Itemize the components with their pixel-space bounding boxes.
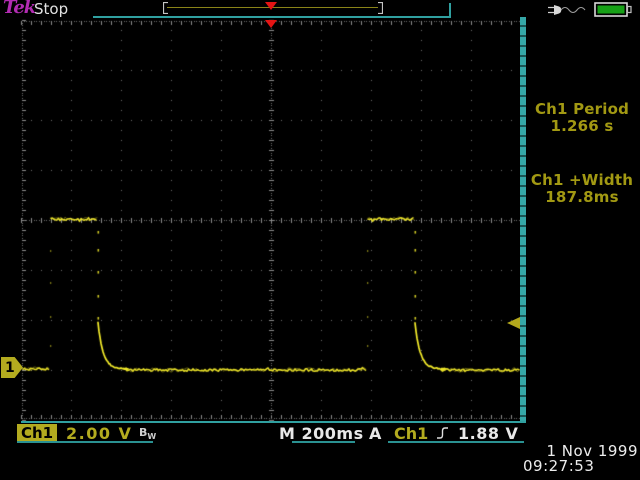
acquisition-state: Stop — [34, 0, 68, 18]
trigger-slope-rising-icon — [436, 426, 449, 440]
graticule-bottom-border — [21, 421, 526, 423]
battery-icon — [594, 2, 632, 18]
graticule-right-border — [520, 17, 526, 422]
display-top-line-riser — [449, 3, 451, 16]
power-plug-icon — [547, 2, 592, 18]
display-top-line — [93, 16, 451, 18]
bandwidth-limit-icon: BW — [139, 426, 156, 441]
measurement-2-label: Ch1 +Width — [526, 171, 638, 189]
trigger-position-marker-icon — [265, 20, 277, 28]
trigger-type-label: A — [369, 424, 381, 443]
time-readout: 09:27:53 — [523, 457, 594, 475]
oscilloscope-screen: Tek Stop 1 Ch1 Period 1.266 s Ch1 +Width… — [0, 0, 640, 480]
channel1-underline — [17, 441, 153, 443]
tek-logo: Tek — [3, 0, 35, 18]
record-view-left-bracket — [163, 2, 169, 14]
measurement-1-label: Ch1 Period — [526, 100, 638, 118]
timebase-underline — [292, 441, 355, 443]
record-view-right-bracket — [377, 2, 383, 14]
bw-sub-letter: W — [147, 432, 156, 441]
trigger-position-icon — [265, 2, 277, 10]
trigger-level-arrow-icon — [507, 317, 521, 330]
measurement-2-value: 187.8ms — [526, 188, 638, 206]
graticule-and-waveform-canvas — [0, 0, 640, 480]
measurement-1-value: 1.266 s — [526, 117, 638, 135]
channel1-readout-badge: Ch1 — [17, 424, 57, 442]
trigger-underline — [388, 441, 524, 443]
channel-number: 1 — [5, 360, 15, 376]
